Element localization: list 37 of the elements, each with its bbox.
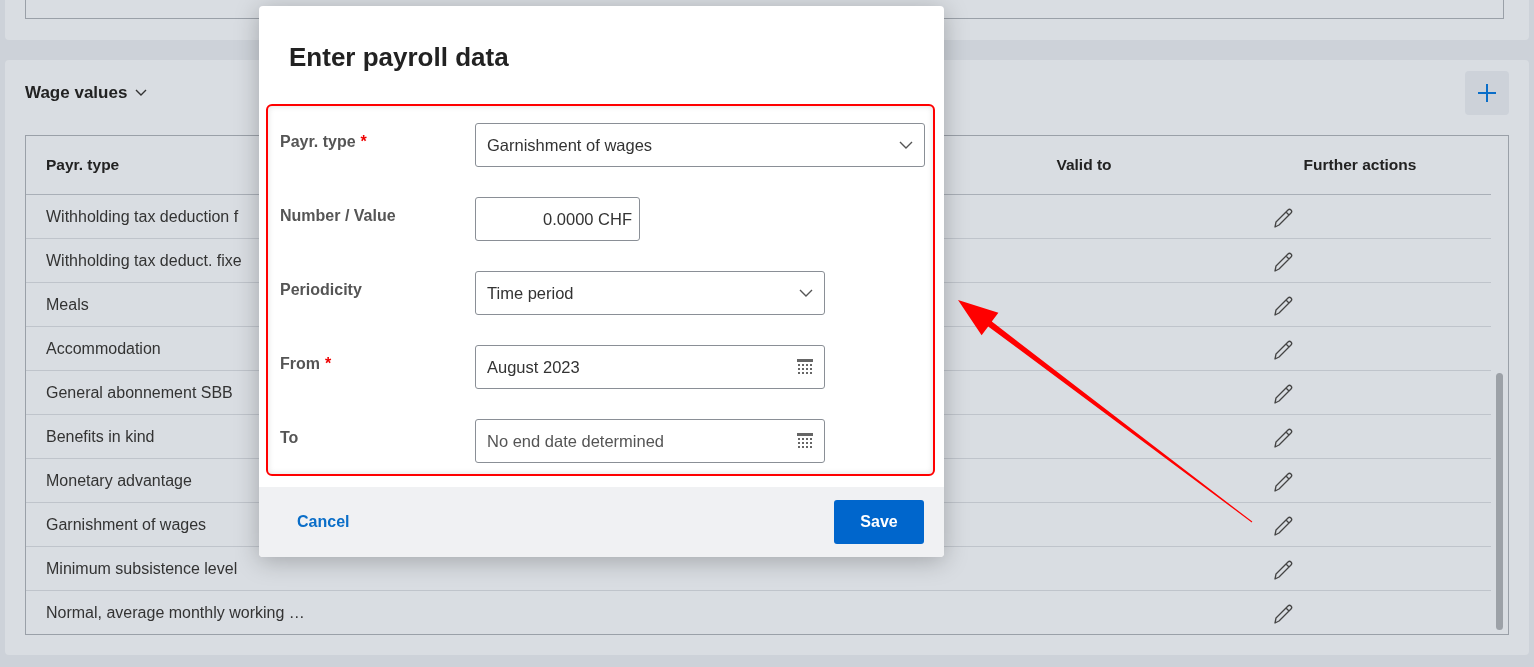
column-header[interactable]: Payr. type — [46, 156, 120, 173]
table-cell: Monetary advantage — [46, 471, 192, 489]
plus-icon — [1477, 83, 1497, 103]
chevron-down-icon[interactable] — [899, 141, 913, 149]
chevron-down-icon[interactable] — [799, 289, 813, 297]
chevron-down-icon[interactable] — [135, 89, 148, 97]
field-label: To — [280, 429, 299, 447]
column-header[interactable]: Further actions — [1303, 156, 1417, 173]
cancel-link[interactable]: Cancel — [297, 513, 350, 531]
table-cell: Normal, average monthly working … — [46, 603, 305, 621]
field-label: Number / Value — [280, 207, 396, 225]
calendar-icon[interactable] — [797, 359, 813, 375]
dropdown[interactable]: Time period — [475, 271, 825, 315]
field-label: Periodicity — [280, 281, 362, 299]
column-header[interactable]: Valid to — [1056, 156, 1112, 173]
date-field[interactable]: August 2023 — [475, 345, 825, 389]
required-mark: * — [360, 133, 367, 151]
dropdown[interactable]: Garnishment of wages — [475, 123, 925, 167]
table-cell: Meals — [46, 295, 89, 313]
section-title[interactable]: Wage values — [25, 83, 128, 103]
field-label: From — [280, 355, 320, 373]
required-mark: * — [325, 355, 332, 373]
table-cell: Withholding tax deduct. fixe — [46, 251, 242, 269]
table-cell: Benefits in kind — [46, 427, 155, 445]
scrollbar-thumb[interactable] — [1496, 373, 1503, 630]
save-button[interactable]: Save — [834, 500, 924, 544]
table-cell: Withholding tax deduction f — [46, 207, 239, 225]
calendar-icon[interactable] — [797, 433, 813, 449]
number-field[interactable]: 0.0000 CHF — [475, 197, 640, 241]
table-cell: Minimum subsistence level — [46, 559, 238, 577]
add-button[interactable] — [1465, 71, 1509, 115]
date-field[interactable]: No end date determined — [475, 419, 825, 463]
dialog-title: Enter payroll data — [288, 41, 510, 74]
table-cell: General abonnement SBB — [46, 383, 233, 401]
table-cell: Garnishment of wages — [46, 515, 207, 533]
table-cell: Accommodation — [46, 339, 161, 357]
field-label: Payr. type — [280, 133, 356, 151]
